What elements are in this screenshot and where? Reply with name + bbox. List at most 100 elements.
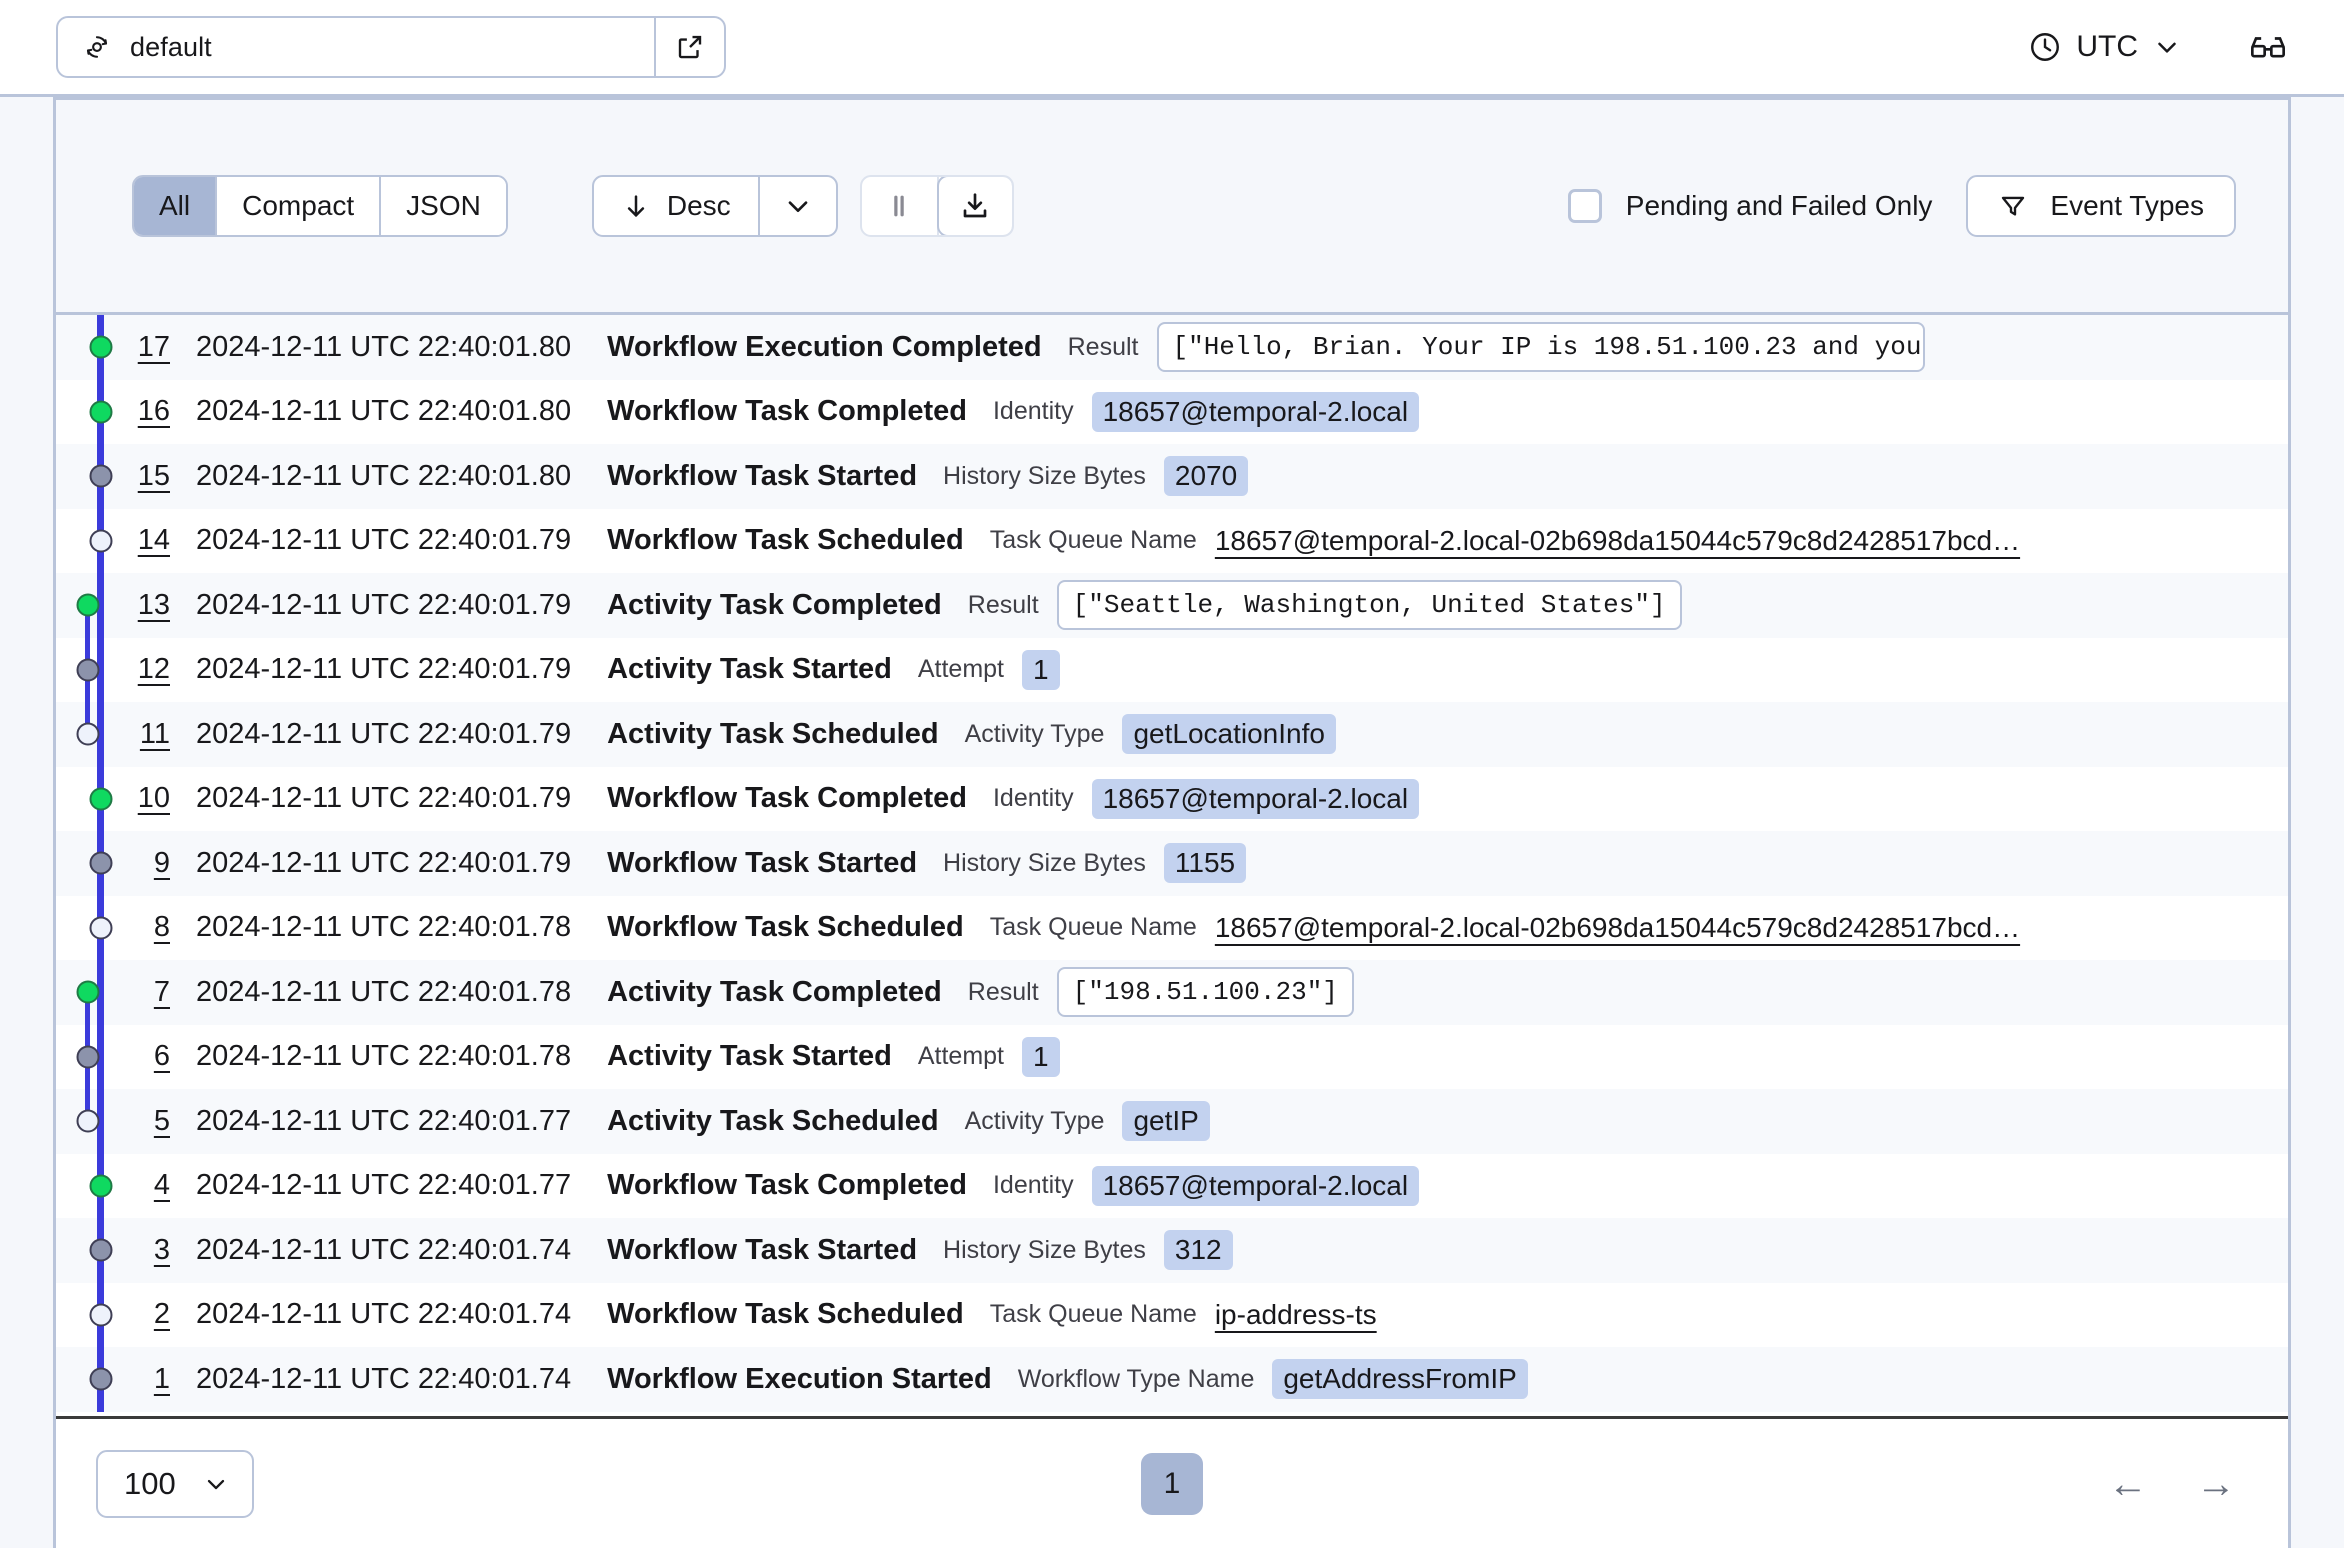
event-row[interactable]: 8 2024-12-11 UTC 22:40:01.78 Workflow Task…	[56, 895, 2288, 960]
event-name[interactable]: Workflow Execution Started	[607, 1363, 992, 1396]
event-row[interactable]: 7 2024-12-11 UTC 22:40:01.78 Activity Task…	[56, 960, 2288, 1025]
open-namespace-external-button[interactable]	[656, 18, 724, 76]
event-attribute-value[interactable]: 1	[1022, 649, 1060, 690]
event-attribute-value[interactable]: 18657@temporal-2.local	[1091, 1165, 1420, 1206]
next-page-button[interactable]: →	[2196, 1464, 2236, 1504]
event-timestamp: 2024-12-11 UTC 22:40:01.79	[196, 653, 572, 686]
event-types-button[interactable]: Event Types	[1966, 175, 2236, 237]
event-attribute-value[interactable]: getLocationInfo	[1122, 714, 1336, 755]
event-name[interactable]: Activity Task Scheduled	[607, 718, 938, 751]
event-attribute-key: History Size Bytes	[943, 1235, 1146, 1264]
page-size-select[interactable]: 100	[96, 1449, 254, 1518]
event-row[interactable]: 9 2024-12-11 UTC 22:40:01.79 Workflow Task…	[56, 831, 2288, 896]
event-row[interactable]: 6 2024-12-11 UTC 22:40:01.78 Activity Task…	[56, 1024, 2288, 1089]
event-attribute-value[interactable]: 18657@temporal-2.local-02b698da15044c579…	[1215, 525, 2020, 557]
event-id-link[interactable]: 9	[118, 847, 170, 880]
event-id-link[interactable]: 8	[118, 911, 170, 944]
event-row[interactable]: 16 2024-12-11 UTC 22:40:01.80 Workflow Tas…	[56, 379, 2288, 444]
event-attribute-value[interactable]: ["Hello, Brian. Your IP is 198.51.100.23…	[1156, 322, 1925, 373]
event-row[interactable]: 2 2024-12-11 UTC 22:40:01.74 Workflow Task…	[56, 1282, 2288, 1347]
event-row[interactable]: 1 2024-12-11 UTC 22:40:01.74 Workflow Exec…	[56, 1347, 2288, 1412]
event-id-link[interactable]: 3	[118, 1234, 170, 1267]
event-id-link[interactable]: 17	[118, 331, 170, 364]
event-id-link[interactable]: 2	[118, 1298, 170, 1331]
namespace-select-button[interactable]: default	[58, 18, 656, 76]
event-name[interactable]: Workflow Task Completed	[607, 395, 967, 428]
sort-control[interactable]: Desc	[591, 175, 838, 237]
timezone-selector[interactable]: UTC	[2028, 30, 2182, 64]
event-id-link[interactable]: 13	[118, 589, 170, 622]
event-id-link[interactable]: 4	[118, 1169, 170, 1202]
playback-download-group[interactable]	[859, 175, 1014, 237]
event-name[interactable]: Activity Task Completed	[607, 589, 942, 622]
event-name[interactable]: Workflow Task Completed	[607, 782, 967, 815]
reading-glasses-icon[interactable]	[2248, 27, 2288, 67]
view-mode-all[interactable]: All	[134, 177, 218, 235]
event-attribute-value[interactable]: getAddressFromIP	[1272, 1359, 1528, 1400]
pause-button[interactable]	[862, 177, 939, 235]
event-row[interactable]: 4 2024-12-11 UTC 22:40:01.77 Workflow Task…	[56, 1153, 2288, 1218]
page-button-1[interactable]: 1	[1141, 1452, 1203, 1515]
event-row[interactable]: 12 2024-12-11 UTC 22:40:01.79 Activity Tas…	[56, 637, 2288, 702]
pending-failed-only-checkbox[interactable]: Pending and Failed Only	[1567, 189, 1932, 223]
event-attribute-value[interactable]: ip-address-ts	[1215, 1299, 1377, 1331]
event-attribute-value[interactable]: 1	[1022, 1036, 1060, 1077]
event-attribute-key: Activity Type	[964, 1106, 1105, 1135]
previous-page-button[interactable]: ←	[2108, 1464, 2148, 1504]
event-name[interactable]: Workflow Execution Completed	[607, 331, 1042, 364]
event-name[interactable]: Activity Task Completed	[607, 976, 942, 1009]
event-name[interactable]: Workflow Task Started	[607, 847, 917, 880]
event-attribute-value[interactable]: ["198.51.100.23"]	[1056, 967, 1354, 1018]
event-id-link[interactable]: 7	[118, 976, 170, 1009]
event-attribute-key: Task Queue Name	[989, 913, 1197, 942]
view-mode-segmented-control[interactable]: All Compact JSON	[132, 175, 508, 237]
event-row[interactable]: 11 2024-12-11 UTC 22:40:01.79 Activity Tas…	[56, 702, 2288, 767]
event-name[interactable]: Workflow Task Scheduled	[607, 911, 964, 944]
event-id-link[interactable]: 6	[118, 1040, 170, 1073]
event-attribute-value[interactable]: 2070	[1163, 456, 1249, 497]
event-row[interactable]: 10 2024-12-11 UTC 22:40:01.79 Workflow Tas…	[56, 766, 2288, 831]
view-mode-json[interactable]: JSON	[381, 177, 506, 235]
event-id-link[interactable]: 11	[118, 718, 170, 751]
view-mode-compact[interactable]: Compact	[217, 177, 382, 235]
event-attribute-value[interactable]: 312	[1163, 1230, 1233, 1271]
event-name[interactable]: Activity Task Started	[607, 1040, 892, 1073]
sort-dropdown-button[interactable]	[760, 177, 836, 235]
event-id-link[interactable]: 14	[118, 524, 170, 557]
event-name[interactable]: Workflow Task Completed	[607, 1169, 967, 1202]
event-id-link[interactable]: 16	[118, 395, 170, 428]
checkbox-box[interactable]	[1567, 189, 1602, 223]
event-history-list[interactable]: 17 2024-12-11 UTC 22:40:01.80 Workflow Exe…	[56, 315, 2288, 1416]
event-attribute-value[interactable]: 18657@temporal-2.local	[1091, 778, 1420, 819]
event-row[interactable]: 15 2024-12-11 UTC 22:40:01.80 Workflow Tas…	[56, 444, 2288, 509]
event-row[interactable]: 5 2024-12-11 UTC 22:40:01.77 Activity Task…	[56, 1089, 2288, 1154]
event-row[interactable]: 14 2024-12-11 UTC 22:40:01.79 Workflow Tas…	[56, 508, 2288, 573]
event-timeline-rail	[80, 508, 118, 573]
event-name[interactable]: Workflow Task Scheduled	[607, 524, 964, 557]
event-status-dot	[89, 464, 112, 488]
event-row[interactable]: 13 2024-12-11 UTC 22:40:01.79 Activity Tas…	[56, 573, 2288, 638]
event-attribute-key: History Size Bytes	[943, 848, 1146, 877]
namespace-selector[interactable]: default	[56, 16, 726, 78]
event-attribute-value[interactable]: 18657@temporal-2.local-02b698da15044c579…	[1215, 912, 2020, 944]
event-name[interactable]: Activity Task Started	[607, 653, 892, 686]
download-button[interactable]	[936, 177, 1012, 235]
event-name[interactable]: Activity Task Scheduled	[607, 1105, 938, 1138]
event-name[interactable]: Workflow Task Started	[607, 1234, 917, 1267]
event-attribute-value[interactable]: 18657@temporal-2.local	[1091, 391, 1420, 432]
event-row[interactable]: 17 2024-12-11 UTC 22:40:01.80 Workflow Exe…	[56, 315, 2288, 380]
event-timeline-rail	[80, 379, 118, 444]
event-name[interactable]: Workflow Task Started	[607, 460, 917, 493]
event-attribute-value[interactable]: getIP	[1122, 1101, 1210, 1142]
sort-direction-button[interactable]: Desc	[594, 177, 760, 235]
event-id-link[interactable]: 1	[118, 1363, 170, 1396]
event-id-link[interactable]: 15	[118, 460, 170, 493]
event-attribute-value[interactable]: 1155	[1163, 843, 1247, 884]
event-row[interactable]: 3 2024-12-11 UTC 22:40:01.74 Workflow Task…	[56, 1218, 2288, 1283]
event-id-link[interactable]: 12	[118, 653, 170, 686]
event-id-link[interactable]: 5	[118, 1105, 170, 1138]
event-attribute-value[interactable]: ["Seattle, Washington, United States"]	[1056, 580, 1682, 631]
event-name[interactable]: Workflow Task Scheduled	[607, 1298, 964, 1331]
event-id-link[interactable]: 10	[118, 782, 170, 815]
event-status-dot	[89, 1367, 112, 1391]
